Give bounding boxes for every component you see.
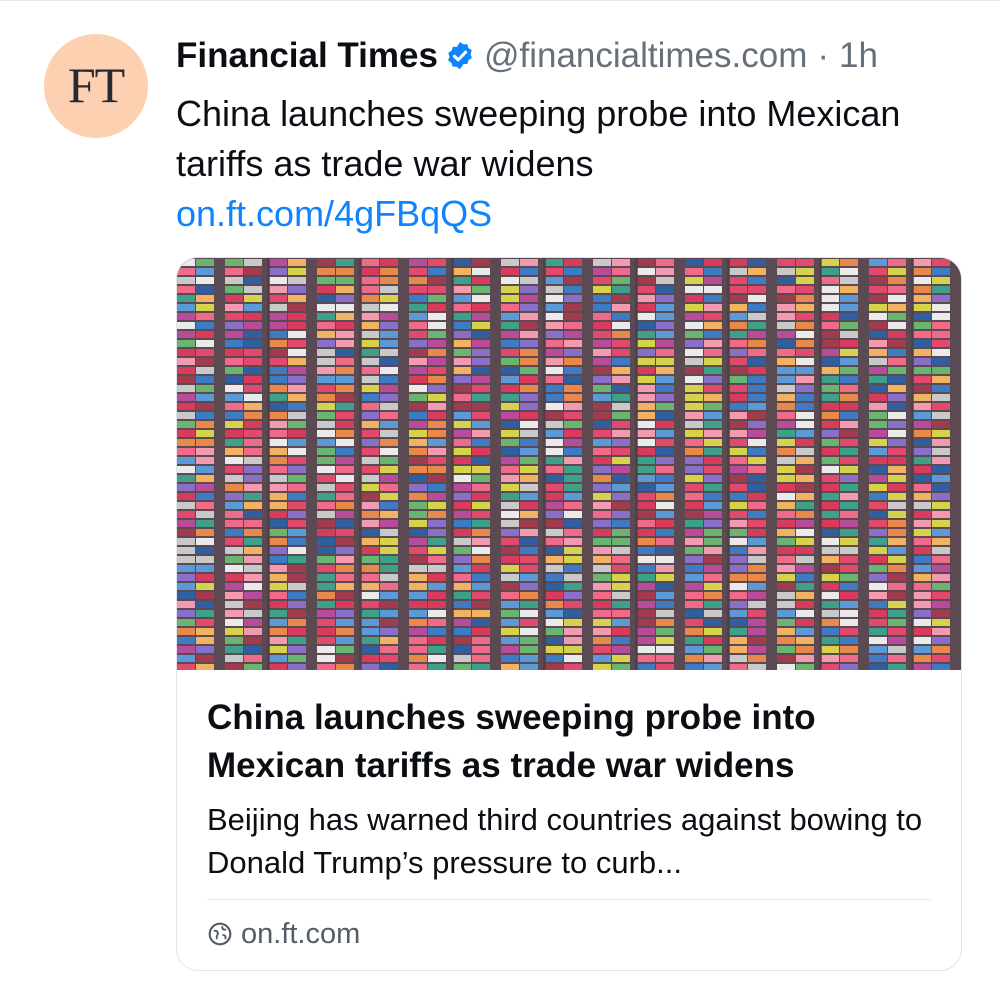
- meta-separator: ·: [817, 36, 830, 75]
- globe-icon: [208, 922, 232, 946]
- author-handle[interactable]: @financialtimes.com: [484, 36, 807, 76]
- post-header: Financial Times @financialtimes.com · 1h: [176, 31, 878, 81]
- verified-check-icon: [448, 42, 472, 70]
- author-name[interactable]: Financial Times: [176, 36, 438, 76]
- post[interactable]: FT Financial Times @financialtimes.com ·…: [0, 0, 1000, 993]
- author-avatar[interactable]: FT: [44, 34, 148, 138]
- link-preview-card[interactable]: China launches sweeping probe into Mexic…: [176, 257, 962, 971]
- post-link[interactable]: on.ft.com/4gFBqQS: [176, 189, 492, 239]
- card-description: Beijing has warned third countries again…: [207, 802, 923, 880]
- avatar-text: FT: [67, 57, 125, 113]
- card-divider: [207, 899, 931, 900]
- container-grid: [177, 258, 961, 670]
- card-domain: on.ft.com: [207, 912, 360, 956]
- post-timestamp[interactable]: 1h: [839, 36, 878, 76]
- card-image: [177, 258, 961, 670]
- card-domain-text: on.ft.com: [241, 917, 361, 950]
- post-text: China launches sweeping probe into Mexic…: [176, 93, 901, 184]
- card-title: China launches sweeping probe into Mexic…: [207, 698, 816, 785]
